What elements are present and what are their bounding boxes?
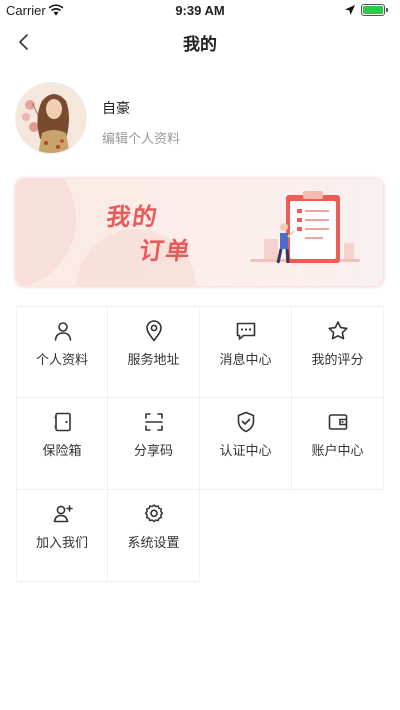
my-orders-banner[interactable]: 我的 订单 [16, 179, 383, 286]
menu-item-label: 保险箱 [42, 444, 82, 459]
menu-item-safe-box[interactable]: 保险箱 [16, 398, 108, 490]
menu-item-label: 分享码 [133, 444, 173, 459]
menu-item-service-address[interactable]: 服务地址 [108, 306, 200, 398]
avatar-illustration [16, 83, 86, 153]
gear-icon [144, 504, 164, 523]
clock: 9:39 AM [175, 3, 225, 18]
battery-icon [361, 4, 385, 16]
menu-item-label: 账户中心 [311, 444, 364, 459]
shield-check-icon [237, 411, 255, 433]
menu-grid: 个人资料 服务地址 消息中心 我的评分 保险箱 分享码 认证中心 账户中心 加入… [16, 306, 384, 582]
menu-item-label: 我的评分 [311, 353, 364, 368]
menu-item-message-center[interactable]: 消息中心 [200, 306, 292, 398]
menu-item-label: 认证中心 [219, 444, 272, 459]
person-icon [54, 322, 72, 341]
edit-profile-link[interactable]: 编辑个人资料 [102, 128, 180, 147]
banner-title-line1: 我的 [104, 202, 161, 231]
add-person-icon [53, 505, 73, 523]
profile-section: 自豪 编辑个人资料 [15, 82, 385, 154]
menu-item-join-us[interactable]: 加入我们 [16, 490, 108, 582]
menu-item-profile[interactable]: 个人资料 [16, 306, 108, 398]
menu-item-label: 服务地址 [127, 353, 180, 368]
menu-item-account-center[interactable]: 账户中心 [292, 398, 384, 490]
navigation-bar: 我的 [0, 20, 400, 64]
message-icon [236, 322, 256, 340]
menu-item-system-settings[interactable]: 系统设置 [108, 490, 200, 582]
wallet-icon [328, 414, 348, 430]
menu-item-certification-center[interactable]: 认证中心 [200, 398, 292, 490]
battery-tip [386, 8, 388, 12]
menu-item-label: 加入我们 [35, 536, 88, 551]
location-arrow-icon [345, 5, 355, 15]
clipboard-illustration-icon [276, 191, 340, 264]
safe-box-icon [54, 412, 71, 432]
star-icon [328, 321, 348, 340]
menu-item-label: 个人资料 [35, 353, 88, 368]
avatar[interactable] [15, 82, 87, 154]
page-title: 我的 [183, 35, 217, 55]
menu-item-label: 消息中心 [219, 353, 272, 368]
nickname: 自豪 [102, 101, 130, 117]
status-bar: Carrier 9:39 AM [0, 0, 400, 20]
menu-item-share-code[interactable]: 分享码 [108, 398, 200, 490]
scan-code-icon [145, 413, 163, 431]
menu-item-my-rating[interactable]: 我的评分 [292, 306, 384, 398]
banner-title-line2: 订单 [137, 236, 194, 265]
menu-item-label: 系统设置 [127, 536, 180, 551]
location-pin-icon [146, 320, 162, 342]
